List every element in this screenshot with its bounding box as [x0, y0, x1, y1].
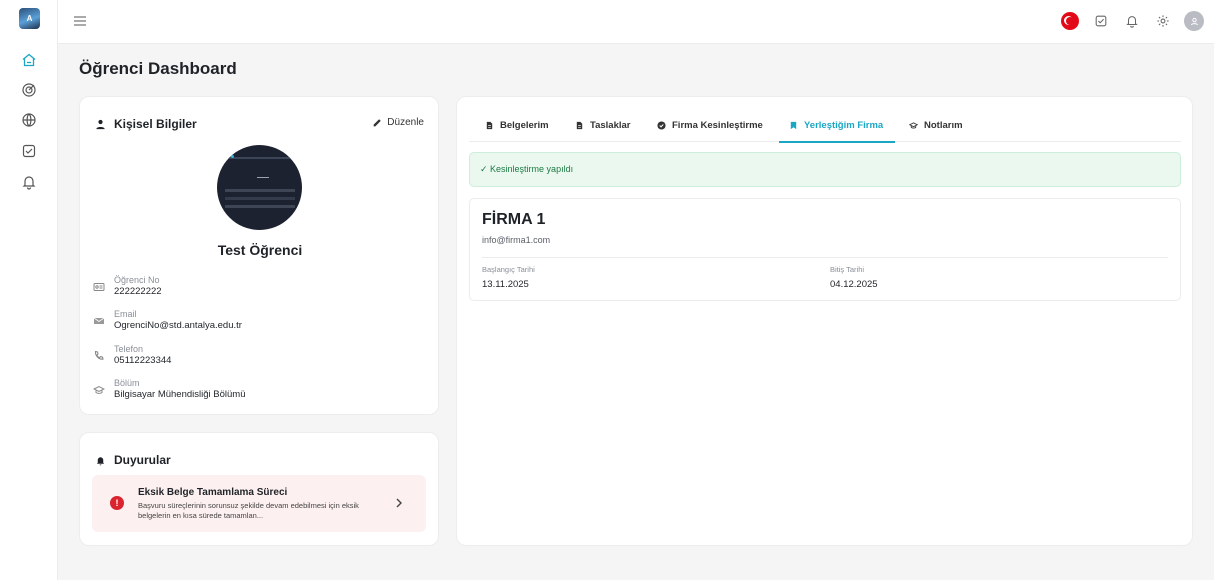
info-student-no: Öğrenci No 222222222 — [92, 275, 162, 298]
tab-yerlestigim-firma[interactable]: Yerleştiğim Firma — [778, 118, 896, 143]
bookmark-icon — [790, 121, 797, 130]
personal-info-title: Kişisel Bilgiler — [114, 117, 197, 131]
settings-gear-icon[interactable] — [1153, 11, 1173, 31]
sidebar: A — [0, 0, 58, 580]
app-logo[interactable]: A — [19, 8, 40, 29]
tab-yerlestigim-firma-label: Yerleştiğim Firma — [804, 120, 884, 131]
tab-belgelerim-label: Belgelerim — [500, 120, 549, 131]
user-icon — [96, 119, 105, 129]
phone-icon — [92, 349, 106, 363]
profile-photo — [217, 145, 302, 230]
firm-email: info@firma1.com — [482, 235, 551, 245]
profile-name: Test Öğrenci — [217, 242, 303, 258]
edit-label: Düzenle — [387, 117, 424, 128]
checkbox-icon[interactable] — [21, 143, 37, 159]
home-icon[interactable] — [21, 52, 37, 68]
main-content-card: Belgelerim Taslaklar Firma Kesinleştirme… — [456, 96, 1193, 546]
department-label: Bölüm — [114, 378, 140, 388]
tab-firma-kesinlestirme[interactable]: Firma Kesinleştirme — [657, 118, 763, 142]
graduation-cap-icon — [909, 122, 918, 129]
firm-card: FİRMA 1 info@firma1.com Başlangıç Tarihi… — [469, 198, 1181, 301]
email-value: OgrenciNo@std.antalya.edu.tr — [114, 320, 242, 331]
target-icon[interactable] — [21, 82, 37, 98]
menu-icon[interactable] — [72, 13, 88, 29]
tab-notlarim[interactable]: Notlarım — [909, 118, 963, 142]
tasks-icon[interactable] — [1091, 11, 1111, 31]
tab-bar: Belgelerim Taslaklar Firma Kesinleştirme… — [469, 118, 1181, 143]
student-no-value: 222222222 — [114, 286, 162, 297]
tab-firma-kesinlestirme-label: Firma Kesinleştirme — [672, 120, 763, 131]
notifications-icon[interactable] — [1122, 11, 1142, 31]
mail-icon — [92, 314, 106, 328]
id-card-icon — [92, 280, 106, 294]
divider — [482, 257, 1168, 258]
info-email: Email OgrenciNo@std.antalya.edu.tr — [92, 309, 242, 332]
personal-info-header: Kişisel Bilgiler — [95, 117, 197, 131]
announcement-description: Başvuru süreçlerinin sorunsuz şekilde de… — [138, 501, 359, 520]
tab-taslaklar[interactable]: Taslaklar — [575, 118, 631, 142]
announcements-header: Duyurular — [95, 453, 171, 467]
check-circle-icon — [657, 121, 666, 130]
alert-icon: ! — [110, 496, 124, 510]
phone-value: 05112223344 — [114, 355, 172, 366]
info-phone: Telefon 05112223344 — [92, 344, 171, 367]
personal-info-card: Kişisel Bilgiler Düzenle Test Öğrenci Öğ… — [79, 96, 439, 415]
tab-belgelerim[interactable]: Belgelerim — [485, 118, 549, 142]
announcements-title: Duyurular — [114, 453, 171, 467]
status-success-banner: ✓ Kesinleştirme yapıldı — [469, 152, 1181, 187]
draft-icon — [576, 121, 583, 130]
end-date-label: Bitiş Tarihi — [830, 265, 865, 274]
chevron-right-icon — [396, 498, 402, 508]
end-date-value: 04.12.2025 — [830, 279, 878, 290]
globe-icon[interactable] — [21, 112, 37, 128]
language-flag-icon[interactable] — [1060, 11, 1080, 31]
announcements-card: Duyurular ! Eksik Belge Tamamlama Süreci… — [79, 432, 439, 546]
document-icon — [486, 121, 493, 130]
graduation-cap-icon — [92, 383, 106, 397]
department-value: Bilgisayar Mühendisliği Bölümü — [114, 389, 246, 400]
app-logo-text: A — [26, 14, 33, 23]
page-title: Öğrenci Dashboard — [79, 59, 237, 78]
start-date-value: 13.11.2025 — [482, 279, 529, 290]
edit-button[interactable]: Düzenle — [372, 117, 424, 128]
announcement-item[interactable]: ! Eksik Belge Tamamlama Süreci Başvuru s… — [92, 475, 426, 532]
student-no-label: Öğrenci No — [114, 275, 160, 285]
phone-label: Telefon — [114, 344, 144, 354]
email-label: Email — [114, 309, 137, 319]
start-date-label: Başlangıç Tarihi — [482, 265, 535, 274]
bell-icon[interactable] — [21, 174, 37, 190]
user-avatar[interactable] — [1184, 11, 1204, 31]
tab-taslaklar-label: Taslaklar — [590, 120, 631, 131]
tab-notlarim-label: Notlarım — [924, 120, 963, 131]
pencil-icon — [373, 118, 382, 126]
bell-icon — [96, 456, 105, 465]
announcement-title: Eksik Belge Tamamlama Süreci — [138, 487, 288, 498]
top-bar — [58, 0, 1214, 44]
firm-name: FİRMA 1 — [482, 211, 546, 228]
info-department: Bölüm Bilgisayar Mühendisliği Bölümü — [92, 378, 245, 401]
